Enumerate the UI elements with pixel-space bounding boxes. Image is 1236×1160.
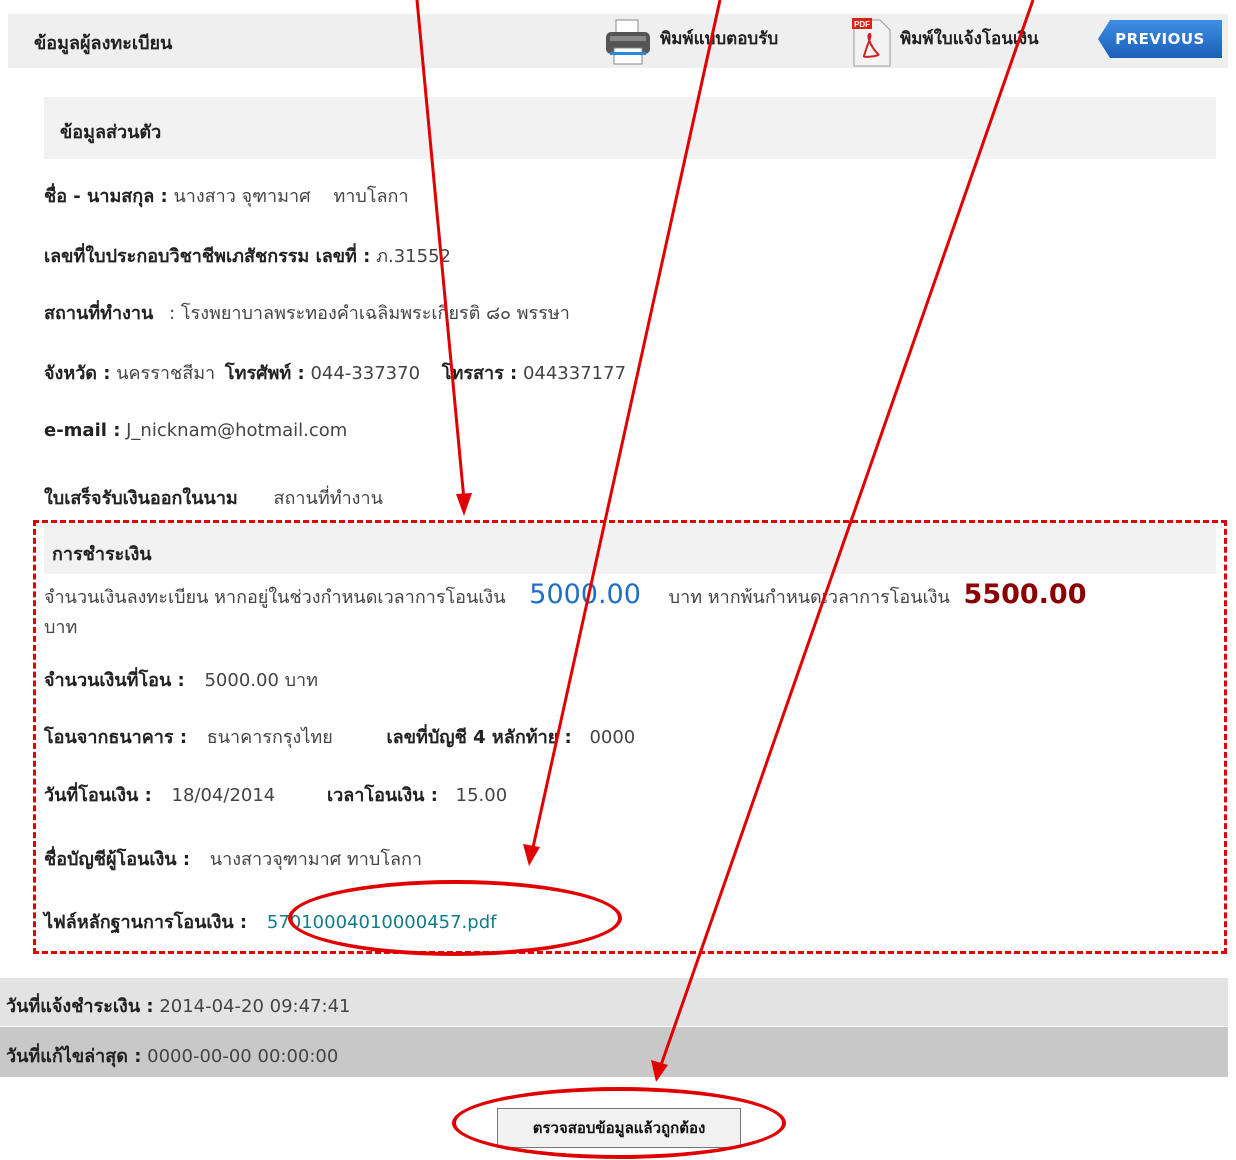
arrow-to-payment-box [415,0,466,501]
arrow-to-confirm [658,0,1035,1069]
annotation-arrows [415,0,1035,1082]
arrow-to-file [530,0,722,853]
